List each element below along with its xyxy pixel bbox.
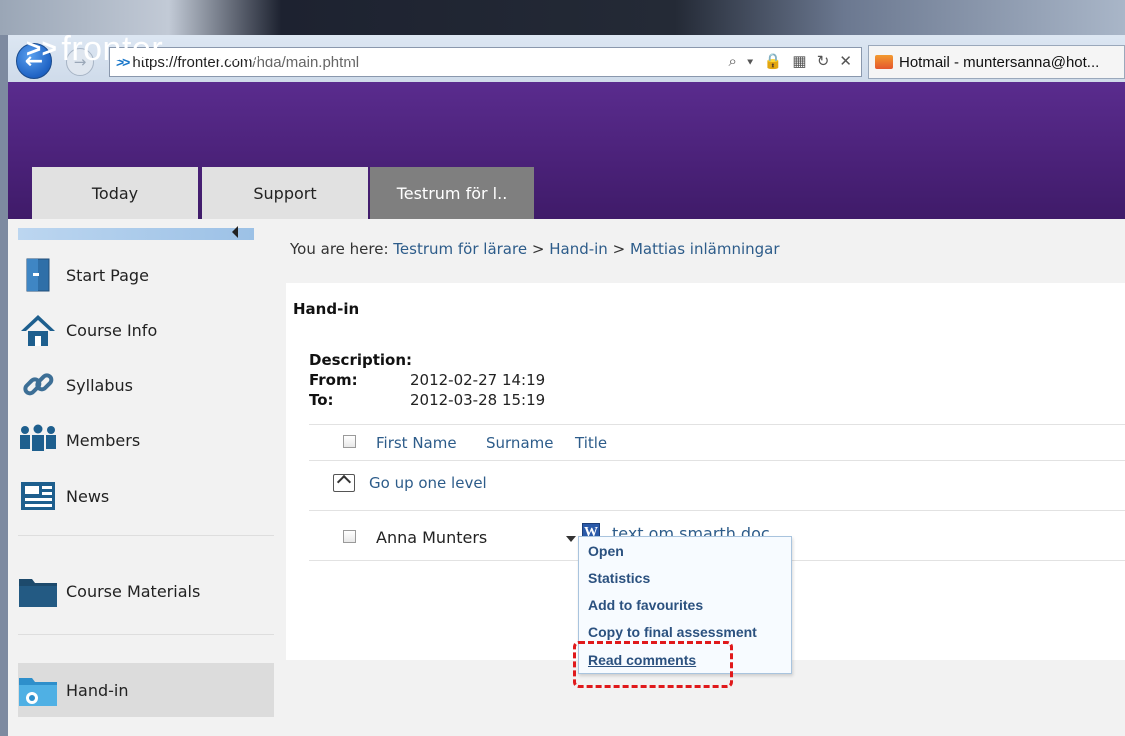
breadcrumb-item[interactable]: Mattias inlämningar (630, 240, 780, 258)
caret-down-icon[interactable] (566, 536, 576, 542)
go-up-label: Go up one level (369, 474, 487, 492)
fronter-logo[interactable]: >> fronter (26, 30, 163, 69)
sidebar-item-course-info[interactable]: Course Info (18, 306, 274, 354)
sidebar-item-label: Members (66, 430, 141, 450)
sidebar-item-label: News (66, 486, 110, 506)
sidebar-divider (18, 535, 274, 536)
breadcrumb-item[interactable]: Hand-in (549, 240, 608, 258)
sidebar-collapse-bar[interactable] (18, 228, 254, 240)
breadcrumb-item[interactable]: Testrum för lärare (393, 240, 527, 258)
sidebar-item-label: Course Materials (66, 581, 201, 601)
tab-testrum[interactable]: Testrum för l.. (370, 167, 534, 219)
sidebar-item-start-page[interactable]: Start Page (18, 251, 274, 299)
home-icon (18, 312, 58, 348)
tab-today[interactable]: Today (32, 167, 198, 219)
row-divider (309, 460, 1125, 461)
caret-down-icon (264, 51, 279, 59)
sidebar-divider (18, 634, 274, 635)
from-value: 2012-02-27 14:19 (410, 371, 546, 389)
select-all-checkbox[interactable] (343, 435, 356, 448)
window-left-edge (0, 35, 8, 736)
to-value: 2012-03-28 15:19 (410, 391, 546, 409)
breadcrumb-separator: > (612, 240, 626, 258)
menu-item-open[interactable]: Open (588, 543, 624, 559)
personal-tools-label: Personal tools (348, 46, 456, 65)
page-title: Hand-in (293, 300, 360, 318)
breadcrumb: You are here: Testrum för lärare > Hand-… (290, 240, 780, 258)
sidebar-item-hand-in[interactable]: Hand-in (18, 663, 274, 717)
logo-text: fronter (61, 30, 164, 68)
sidebar-item-label: Course Info (66, 320, 158, 340)
to-label: To: (309, 391, 334, 409)
news-icon (18, 478, 58, 514)
sidebar-item-label: Syllabus (66, 375, 133, 395)
sidebar-item-syllabus[interactable]: Syllabus (18, 361, 274, 409)
breadcrumb-prefix: You are here: (290, 240, 389, 258)
highlight-annotation (573, 641, 733, 688)
description-label: Description: (309, 351, 413, 369)
rooms-menu[interactable]: Rooms (205, 46, 279, 66)
caret-down-icon (461, 51, 476, 59)
sidebar-item-news[interactable]: News (18, 472, 274, 520)
hand-in-folder-icon (18, 672, 58, 708)
go-up-one-level-link[interactable]: Go up one level (333, 474, 487, 492)
column-header-title[interactable]: Title (575, 434, 607, 452)
menu-item-statistics[interactable]: Statistics (588, 570, 650, 586)
start-page-icon (18, 257, 58, 293)
browser-tab-title: Hotmail - muntersanna@hot... (899, 53, 1100, 71)
address-tools-icons[interactable]: ⌕ ▾ 🔒 ▦ ↻ ✕ (728, 52, 855, 70)
rooms-menu-label: Rooms (205, 46, 259, 65)
column-header-first-name[interactable]: First Name (376, 434, 457, 452)
tab-support[interactable]: Support (202, 167, 368, 219)
sidebar-item-label: Hand-in (66, 680, 129, 700)
hotmail-icon (875, 55, 893, 69)
sidebar-item-course-materials[interactable]: Course Materials (18, 567, 274, 615)
row-divider (309, 510, 1125, 511)
student-name: Anna Munters (376, 528, 488, 547)
link-icon (18, 367, 58, 403)
menu-item-copy-to-final-assessment[interactable]: Copy to final assessment (588, 624, 757, 640)
personal-tools-menu[interactable]: Personal tools (348, 46, 476, 66)
menu-item-add-to-favourites[interactable]: Add to favourites (588, 597, 703, 613)
members-icon (18, 422, 58, 458)
collapse-left-icon[interactable] (232, 226, 238, 238)
logo-chevrons-icon: >> (26, 33, 58, 63)
folder-icon (18, 573, 58, 609)
row-divider (309, 424, 1125, 425)
breadcrumb-separator: > (531, 240, 545, 258)
browser-tab-hotmail[interactable]: Hotmail - muntersanna@hot... (868, 45, 1125, 79)
browser-title-strip (0, 0, 1125, 35)
sidebar-item-members[interactable]: Members (18, 416, 274, 464)
row-checkbox[interactable] (343, 530, 356, 543)
column-header-surname[interactable]: Surname (486, 434, 553, 452)
folder-up-icon (333, 474, 355, 492)
sidebar-item-label: Start Page (66, 265, 149, 285)
from-label: From: (309, 371, 358, 389)
